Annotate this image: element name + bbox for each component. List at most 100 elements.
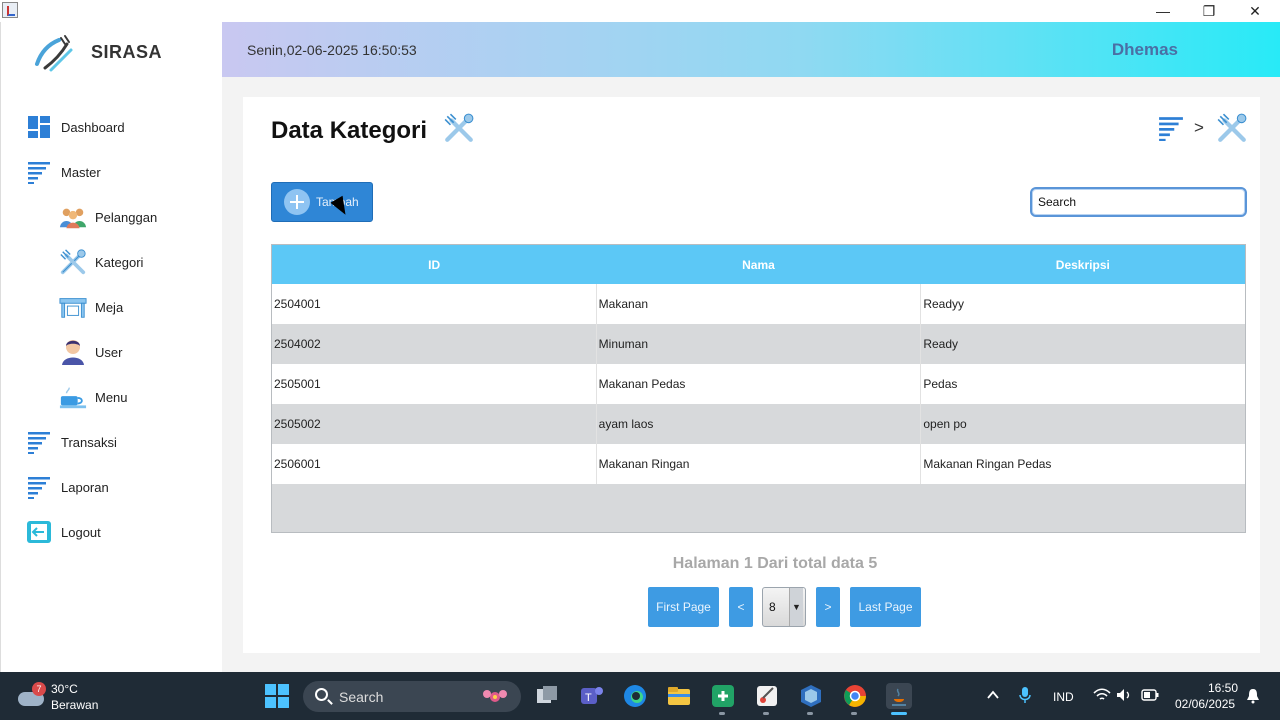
- running-indicator: [807, 712, 813, 715]
- prev-page-button[interactable]: <: [729, 587, 753, 627]
- customers-icon: [59, 203, 87, 231]
- table-icon: [59, 293, 87, 321]
- sidebar-item-label: Meja: [95, 299, 124, 315]
- table-row[interactable]: 2506001 Makanan Ringan Makanan Ringan Pe…: [272, 444, 1245, 484]
- sidebar-item-label: Pelanggan: [95, 209, 158, 225]
- chrome-icon[interactable]: [842, 683, 868, 709]
- running-indicator: [851, 712, 857, 715]
- chevron-up-icon[interactable]: [987, 690, 999, 700]
- clock-date[interactable]: 02/06/2025: [1175, 697, 1235, 711]
- sidebar-item-label: Kategori: [95, 254, 144, 270]
- microphone-icon[interactable]: [1019, 686, 1031, 704]
- utensils-icon: [444, 113, 474, 142]
- sirasa-logo: [35, 35, 73, 72]
- breadcrumb-separator: >: [1194, 118, 1204, 137]
- table-row[interactable]: 2504002 Minuman Ready: [272, 324, 1245, 364]
- sidebar-item-meja[interactable]: Meja: [59, 292, 123, 322]
- page-size-select[interactable]: 8 ▼: [762, 587, 806, 627]
- notification-icon[interactable]: [1246, 688, 1260, 704]
- list-icon: [25, 473, 53, 501]
- sidebar-item-dashboard[interactable]: Dashboard: [25, 112, 125, 142]
- cell-id: 2504001: [272, 284, 597, 324]
- cell-nama: Makanan: [597, 284, 922, 324]
- sidebar-item-label: Transaksi: [61, 434, 117, 450]
- column-header-deskripsi[interactable]: Deskripsi: [921, 245, 1245, 284]
- flower-decoration-icon: [483, 690, 507, 702]
- edge-icon[interactable]: [622, 683, 648, 709]
- active-indicator: [891, 712, 907, 715]
- sidebar-item-kategori[interactable]: Kategori: [59, 247, 143, 277]
- search-input[interactable]: [1030, 187, 1247, 217]
- column-header-nama[interactable]: Nama: [596, 245, 920, 284]
- sidebar-item-pelanggan[interactable]: Pelanggan: [59, 202, 157, 232]
- add-button[interactable]: Tambah: [271, 182, 373, 222]
- cell-deskripsi: Ready: [923, 337, 959, 351]
- utensils-icon: [59, 248, 87, 276]
- task-view-icon[interactable]: [534, 683, 560, 709]
- user-icon: [59, 338, 87, 366]
- next-page-button[interactable]: >: [816, 587, 840, 627]
- java-icon[interactable]: [886, 683, 912, 709]
- running-indicator: [763, 712, 769, 715]
- teams-icon[interactable]: T: [578, 683, 604, 709]
- sidebar-item-laporan[interactable]: Laporan: [25, 472, 109, 502]
- taskbar-search[interactable]: Search: [303, 681, 521, 712]
- plus-icon: [284, 189, 310, 215]
- breadcrumb-kategori-icon[interactable]: [1216, 112, 1248, 144]
- dish-icon: [59, 383, 87, 411]
- page-title: Data Kategori: [271, 117, 428, 144]
- battery-icon[interactable]: [1141, 689, 1159, 701]
- language-indicator[interactable]: IND: [1053, 690, 1074, 704]
- cell-id: 2504002: [272, 324, 597, 364]
- app-green-icon[interactable]: [710, 683, 736, 709]
- cell-nama: Minuman: [597, 324, 922, 364]
- sidebar-item-label: Laporan: [61, 479, 109, 495]
- sidebar: SIRASA Dashboard Master Pelanggan Katego…: [0, 22, 222, 672]
- volume-icon[interactable]: [1116, 688, 1132, 702]
- dashboard-icon: [25, 113, 53, 141]
- dropdown-arrow-icon: ▼: [789, 588, 803, 626]
- last-page-button[interactable]: Last Page: [850, 587, 921, 627]
- top-header: Senin,02-06-2025 16:50:53 Dhemas: [222, 22, 1280, 77]
- sidebar-item-user[interactable]: User: [59, 337, 122, 367]
- sidebar-item-transaksi[interactable]: Transaksi: [25, 427, 117, 457]
- weather-widget[interactable]: 7 30°C Berawan: [18, 680, 108, 712]
- sidebar-item-master[interactable]: Master: [25, 157, 101, 187]
- column-header-id[interactable]: ID: [272, 245, 596, 284]
- minimize-button[interactable]: —: [1140, 0, 1186, 22]
- username-label: Dhemas: [1111, 40, 1178, 59]
- cell-id: 2505002: [272, 404, 597, 444]
- page-info: Halaman 1 Dari total data 5: [672, 555, 878, 572]
- sidebar-item-menu[interactable]: Menu: [59, 382, 128, 412]
- sidebar-item-label: Dashboard: [61, 119, 125, 135]
- running-indicator: [719, 712, 725, 715]
- table-row[interactable]: 2504001 Makanan Readyy: [272, 284, 1245, 324]
- java-app-icon: [2, 2, 18, 18]
- list-icon: [25, 158, 53, 186]
- start-icon[interactable]: [264, 683, 290, 709]
- weather-temperature: 30°C: [51, 682, 78, 696]
- sidebar-item-logout[interactable]: Logout: [25, 517, 101, 547]
- clock-time[interactable]: 16:50: [1208, 681, 1238, 695]
- table-row[interactable]: 2505002 ayam laos open po: [272, 404, 1245, 444]
- page-size-value: 8: [769, 600, 776, 614]
- weather-condition: Berawan: [51, 698, 99, 712]
- close-button[interactable]: ✕: [1232, 0, 1278, 22]
- breadcrumb-master-icon[interactable]: [1158, 115, 1184, 141]
- datetime-label: Senin,02-06-2025 16:50:53: [247, 42, 417, 58]
- table-header: ID Nama Deskripsi: [272, 245, 1245, 284]
- cell-deskripsi: Pedas: [923, 377, 958, 391]
- snipping-tool-icon[interactable]: [754, 683, 780, 709]
- wifi-icon[interactable]: [1093, 688, 1111, 702]
- sidebar-item-label: Logout: [61, 524, 101, 540]
- maximize-button[interactable]: ❐: [1186, 0, 1232, 22]
- first-page-button[interactable]: First Page: [648, 587, 719, 627]
- file-explorer-icon[interactable]: [666, 683, 692, 709]
- logout-icon: [25, 518, 53, 546]
- virtualbox-icon[interactable]: [798, 683, 824, 709]
- svg-text:T: T: [585, 692, 592, 704]
- kategori-table: ID Nama Deskripsi 2504001 Makanan Readyy…: [271, 244, 1246, 533]
- cell-nama: ayam laos: [597, 404, 922, 444]
- table-row[interactable]: 2505001 Makanan Pedas Pedas: [272, 364, 1245, 404]
- cell-deskripsi: Readyy: [923, 297, 965, 311]
